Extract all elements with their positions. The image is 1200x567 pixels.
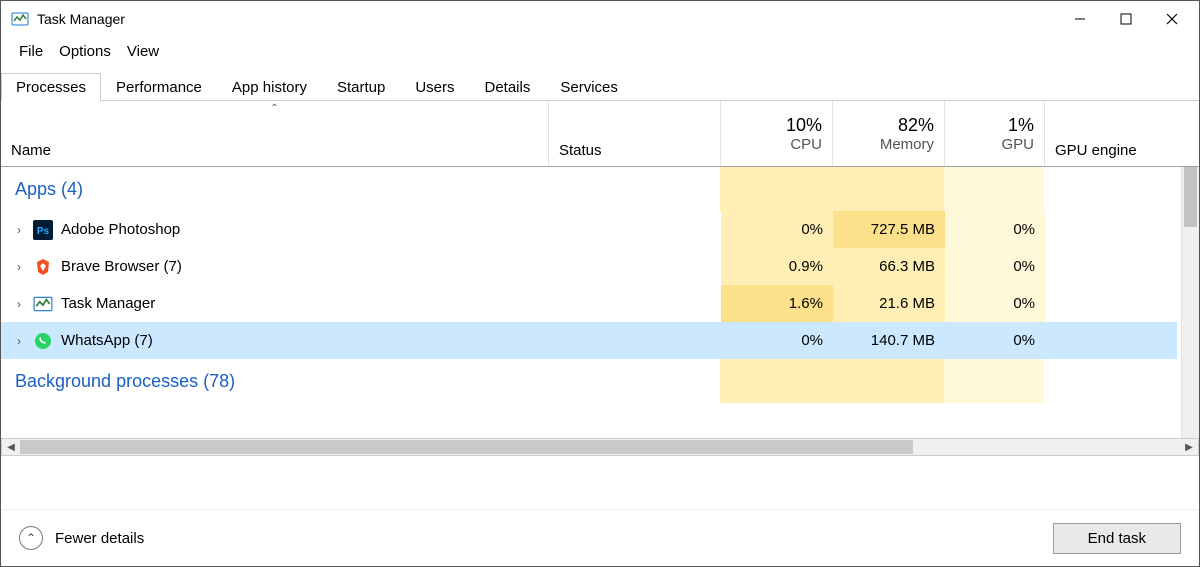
tab-services[interactable]: Services [545, 73, 633, 101]
window-buttons [1057, 4, 1195, 34]
group-title: Background processes (78) [15, 371, 235, 392]
photoshop-icon: Ps [33, 220, 53, 240]
horizontal-scroll-track[interactable] [20, 439, 1180, 455]
fewer-details-label: Fewer details [55, 530, 144, 547]
memory-cell: 66.3 MB [833, 248, 945, 285]
gpu-cell: 0% [945, 322, 1045, 359]
process-name-cell: › WhatsApp (7) [1, 322, 549, 359]
process-name-cell: › Brave Browser (7) [1, 248, 549, 285]
scroll-right-button[interactable]: ▶ [1180, 439, 1198, 455]
col-header-name-label: Name [11, 142, 538, 159]
col-header-memory-label: Memory [880, 136, 934, 153]
process-rows: Apps (4)›PsAdobe Photoshop0%727.5 MB0%›B… [1, 167, 1177, 403]
process-name-label: WhatsApp (7) [61, 332, 153, 349]
col-header-gpu[interactable]: 1% GPU [945, 101, 1045, 166]
gpu-engine-cell [1045, 285, 1177, 322]
tab-strip-container: ProcessesPerformanceApp historyStartupUs… [1, 72, 1199, 101]
taskmgr-icon [11, 10, 29, 28]
expand-chevron-icon[interactable]: › [13, 223, 25, 237]
footer-bar: ⌃ Fewer details End task [1, 509, 1199, 566]
process-name-label: Task Manager [61, 295, 155, 312]
process-row[interactable]: › WhatsApp (7) 0%140.7 MB0% [1, 322, 1177, 359]
menu-bar: File Options View [1, 37, 1199, 72]
svg-text:Ps: Ps [37, 226, 50, 237]
memory-cell: 727.5 MB [833, 211, 945, 248]
process-list-area: Apps (4)›PsAdobe Photoshop0%727.5 MB0%›B… [1, 167, 1199, 438]
tab-performance[interactable]: Performance [101, 73, 217, 101]
col-header-gpu-engine[interactable]: GPU engine [1045, 101, 1199, 166]
vertical-scrollbar[interactable] [1181, 167, 1199, 438]
menu-options[interactable]: Options [55, 41, 115, 62]
gpu-engine-cell [1045, 211, 1177, 248]
tab-strip: ProcessesPerformanceApp historyStartupUs… [1, 73, 1199, 101]
minimize-button[interactable] [1057, 4, 1103, 34]
col-header-name[interactable]: ⌃ Name [1, 101, 549, 166]
memory-percent-value: 82% [898, 115, 934, 136]
process-name-cell: › Ps Adobe Photoshop [1, 211, 549, 248]
sort-caret-icon: ⌃ [270, 103, 278, 114]
expand-chevron-icon[interactable]: › [13, 334, 25, 348]
tab-users[interactable]: Users [400, 73, 469, 101]
tab-processes[interactable]: Processes [1, 73, 101, 101]
status-cell [549, 211, 721, 248]
cpu-cell: 0% [721, 211, 833, 248]
chevron-up-circle-icon: ⌃ [19, 526, 43, 550]
scroll-left-button[interactable]: ◀ [2, 439, 20, 455]
gpu-cell: 0% [945, 285, 1045, 322]
expand-chevron-icon[interactable]: › [13, 297, 25, 311]
tab-details[interactable]: Details [470, 73, 546, 101]
process-name-cell: › Task Manager [1, 285, 549, 322]
brave-icon [33, 257, 53, 277]
process-name-label: Adobe Photoshop [61, 221, 180, 238]
col-header-gpu-engine-label: GPU engine [1055, 142, 1137, 159]
gpu-cell: 0% [945, 211, 1045, 248]
tab-startup[interactable]: Startup [322, 73, 400, 101]
window-title: Task Manager [37, 11, 1057, 27]
menu-file[interactable]: File [15, 41, 47, 62]
col-header-gpu-label: GPU [1001, 136, 1034, 153]
cpu-cell: 1.6% [721, 285, 833, 322]
cpu-cell: 0.9% [721, 248, 833, 285]
horizontal-scroll-thumb[interactable] [20, 440, 913, 454]
status-cell [549, 322, 721, 359]
group-header: Background processes (78) [1, 359, 1177, 403]
col-header-status[interactable]: Status [549, 101, 721, 166]
end-task-button[interactable]: End task [1053, 523, 1181, 554]
maximize-button[interactable] [1103, 4, 1149, 34]
gpu-cell: 0% [945, 248, 1045, 285]
process-row[interactable]: › Brave Browser (7) 0.9%66.3 MB0% [1, 248, 1177, 285]
cpu-cell: 0% [721, 322, 833, 359]
taskmgr-icon [33, 294, 53, 314]
gpu-percent-value: 1% [1008, 115, 1034, 136]
col-header-cpu[interactable]: 10% CPU [721, 101, 833, 166]
gpu-engine-cell [1045, 322, 1177, 359]
expand-chevron-icon[interactable]: › [13, 260, 25, 274]
status-cell [549, 285, 721, 322]
cpu-percent-value: 10% [786, 115, 822, 136]
close-button[interactable] [1149, 4, 1195, 34]
memory-cell: 140.7 MB [833, 322, 945, 359]
group-header: Apps (4) [1, 167, 1177, 211]
vertical-scroll-thumb[interactable] [1184, 167, 1197, 227]
process-name-label: Brave Browser (7) [61, 258, 182, 275]
gpu-engine-cell [1045, 248, 1177, 285]
col-header-status-label: Status [559, 142, 710, 159]
menu-view[interactable]: View [123, 41, 163, 62]
whatsapp-icon [33, 331, 53, 351]
process-row[interactable]: › Ps Adobe Photoshop 0%727.5 MB0% [1, 211, 1177, 248]
tab-app-history[interactable]: App history [217, 73, 322, 101]
status-cell [549, 248, 721, 285]
group-title: Apps (4) [15, 179, 83, 200]
title-bar: Task Manager [1, 1, 1199, 37]
fewer-details-button[interactable]: ⌃ Fewer details [19, 526, 144, 550]
col-header-memory[interactable]: 82% Memory [833, 101, 945, 166]
grid-header: ⌃ Name Status 10% CPU 82% Memory 1% GPU … [1, 101, 1199, 167]
col-header-cpu-label: CPU [790, 136, 822, 153]
horizontal-scrollbar[interactable]: ◀ ▶ [1, 438, 1199, 456]
memory-cell: 21.6 MB [833, 285, 945, 322]
process-row[interactable]: › Task Manager 1.6%21.6 MB0% [1, 285, 1177, 322]
